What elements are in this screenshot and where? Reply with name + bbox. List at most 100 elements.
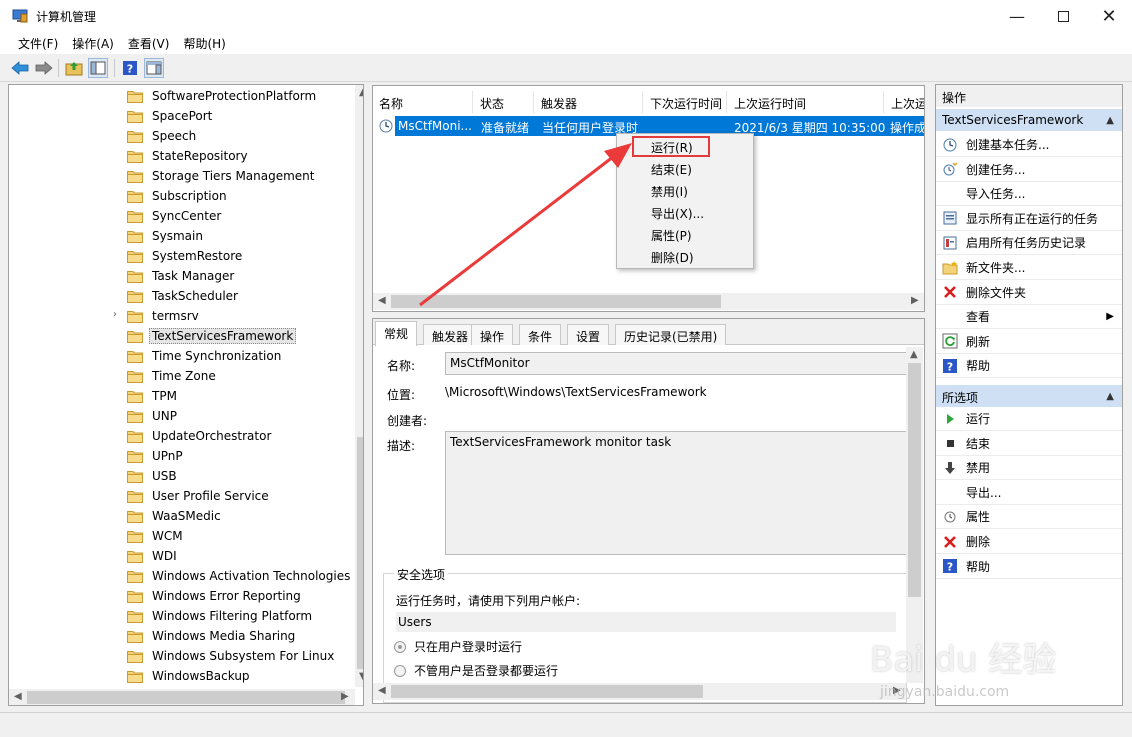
tree-item[interactable]: UNP xyxy=(127,406,180,426)
show-hide-action-pane-button[interactable] xyxy=(144,58,164,78)
scroll-down-icon[interactable]: ▼ xyxy=(359,671,363,682)
scroll-left-icon[interactable]: ◀ xyxy=(14,691,22,702)
name-field[interactable]: MsCtfMonitor xyxy=(445,352,907,375)
tab-settings[interactable]: 设置 xyxy=(567,324,610,345)
tree-horizontal-scrollbar[interactable]: ◀ ▶ xyxy=(9,689,355,705)
action-item[interactable]: ? 帮助 xyxy=(936,354,1122,379)
column-header-status[interactable]: 状态 xyxy=(474,91,534,113)
forward-button[interactable] xyxy=(34,58,54,78)
scroll-left-icon[interactable]: ◀ xyxy=(378,685,386,696)
action-item[interactable]: 删除文件夹 xyxy=(936,281,1122,305)
column-header-name[interactable]: 名称 xyxy=(373,91,473,113)
menu-help[interactable]: 帮助(H) xyxy=(177,32,233,54)
scroll-up-icon[interactable]: ▲ xyxy=(359,87,363,98)
tree-item[interactable]: UpdateOrchestrator xyxy=(127,426,274,446)
tab-conditions[interactable]: 条件 xyxy=(519,324,562,345)
tree-item[interactable]: WDI xyxy=(127,546,180,566)
tree-item[interactable]: Storage Tiers Management xyxy=(127,166,318,186)
tab-actions[interactable]: 操作 xyxy=(471,324,514,345)
tree-item[interactable]: Windows Error Reporting xyxy=(127,586,304,606)
action-item[interactable]: 创建任务... xyxy=(936,158,1122,182)
action-item[interactable]: 创建基本任务... xyxy=(936,133,1122,157)
context-menu-disable[interactable]: 禁用(I) xyxy=(651,183,688,200)
tree-item[interactable]: WindowsBackup xyxy=(127,666,253,686)
back-button[interactable] xyxy=(10,58,30,78)
tree-item[interactable]: SoftwareProtectionPlatform xyxy=(127,86,319,106)
scroll-right-icon[interactable]: ▶ xyxy=(911,295,919,306)
tree-item[interactable]: Windows Activation Technologies xyxy=(127,566,353,586)
tree-item[interactable]: TaskScheduler xyxy=(127,286,241,306)
action-item[interactable]: 禁用 xyxy=(936,456,1122,481)
column-header-next-run[interactable]: 下次运行时间 xyxy=(644,91,727,113)
action-item[interactable]: 导入任务... xyxy=(936,182,1122,207)
scroll-up-icon[interactable]: ▲ xyxy=(910,349,918,360)
action-item[interactable]: 删除 xyxy=(936,530,1122,554)
action-item[interactable]: 查看 ▶ xyxy=(936,305,1122,330)
tree-item[interactable]: termsrv xyxy=(127,306,202,326)
action-item[interactable]: 新文件夹... xyxy=(936,256,1122,280)
details-hscroll-thumb[interactable] xyxy=(391,685,703,698)
task-list-horizontal-scrollbar[interactable]: ◀ ▶ xyxy=(373,293,924,310)
radio-logged-on-only[interactable]: 只在用户登录时运行 xyxy=(394,638,522,655)
tree-item[interactable]: TextServicesFramework xyxy=(127,326,297,346)
task-list-hscroll-thumb[interactable] xyxy=(391,295,721,308)
tree-vertical-scrollbar[interactable]: ▲ ▼ xyxy=(355,85,363,687)
details-horizontal-scrollbar[interactable]: ◀ ▶ xyxy=(373,683,906,700)
tree-hscroll-thumb[interactable] xyxy=(27,691,345,704)
radio-whether-logged-on[interactable]: 不管用户是否登录都要运行 xyxy=(394,662,558,679)
action-item[interactable]: 显示所有正在运行的任务 xyxy=(936,207,1122,231)
tab-history[interactable]: 历史记录(已禁用) xyxy=(615,324,727,345)
action-item[interactable]: 启用所有任务历史记录 xyxy=(936,231,1122,256)
action-item[interactable]: ? 帮助 xyxy=(936,555,1122,579)
tree-item[interactable]: USB xyxy=(127,466,180,486)
tree-item[interactable]: Time Synchronization xyxy=(127,346,284,366)
tree-item[interactable]: Sysmain xyxy=(127,226,206,246)
menu-view[interactable]: 查看(V) xyxy=(122,32,178,54)
tree-item[interactable]: WCM xyxy=(127,526,186,546)
tree-item[interactable]: Windows Media Sharing xyxy=(127,626,298,646)
tree-scroll-thumb[interactable] xyxy=(357,437,363,669)
up-level-button[interactable] xyxy=(64,58,84,78)
tab-general[interactable]: 常规 xyxy=(375,321,418,346)
tree-item[interactable]: UPnP xyxy=(127,446,186,466)
context-menu-properties[interactable]: 属性(P) xyxy=(651,227,692,244)
details-scroll-thumb[interactable] xyxy=(908,363,921,597)
actions-section-selected[interactable]: 所选项 ▲ xyxy=(936,385,1122,407)
description-field[interactable]: TextServicesFramework monitor task xyxy=(445,431,907,555)
show-hide-tree-button[interactable] xyxy=(88,58,108,78)
tree-item[interactable]: Time Zone xyxy=(127,366,219,386)
tree-item[interactable]: TPM xyxy=(127,386,180,406)
column-header-last-result[interactable]: 上次运 xyxy=(885,91,924,113)
maximize-button[interactable] xyxy=(1040,0,1086,32)
tree-item[interactable]: SystemRestore xyxy=(127,246,245,266)
tree-item[interactable]: SyncCenter xyxy=(127,206,224,226)
actions-section-folder[interactable]: TextServicesFramework ▲ xyxy=(936,109,1122,131)
context-menu-export[interactable]: 导出(X)... xyxy=(651,205,704,222)
menu-action[interactable]: 操作(A) xyxy=(66,32,122,54)
close-button[interactable]: ✕ xyxy=(1086,0,1132,32)
user-account-field[interactable]: Users xyxy=(396,612,896,632)
minimize-button[interactable]: — xyxy=(994,0,1040,32)
action-item[interactable]: 导出... xyxy=(936,481,1122,505)
scroll-left-icon[interactable]: ◀ xyxy=(378,295,386,306)
menu-file[interactable]: 文件(F) xyxy=(12,32,66,54)
action-item[interactable]: 结束 xyxy=(936,432,1122,456)
action-item[interactable]: 运行 xyxy=(936,407,1122,431)
scroll-right-icon[interactable]: ▶ xyxy=(341,691,349,702)
action-item[interactable]: 刷新 xyxy=(936,330,1122,354)
tree-item[interactable]: Speech xyxy=(127,126,199,146)
tab-triggers[interactable]: 触发器 xyxy=(423,324,478,345)
tree-item[interactable]: Task Manager xyxy=(127,266,237,286)
column-header-last-run[interactable]: 上次运行时间 xyxy=(728,91,884,113)
tree-item[interactable]: Windows Filtering Platform xyxy=(127,606,315,626)
tree-item[interactable]: SpacePort xyxy=(127,106,215,126)
tree-item[interactable]: User Profile Service xyxy=(127,486,272,506)
tree-item[interactable]: Windows Subsystem For Linux xyxy=(127,646,337,666)
action-item[interactable]: 属性 xyxy=(936,505,1122,530)
tree-item[interactable]: WaaSMedic xyxy=(127,506,224,526)
expand-arrow-icon[interactable]: › xyxy=(113,309,117,320)
tree-item[interactable]: Subscription xyxy=(127,186,230,206)
context-menu-end[interactable]: 结束(E) xyxy=(651,161,692,178)
help-button[interactable]: ? xyxy=(120,58,140,78)
column-header-trigger[interactable]: 触发器 xyxy=(535,91,643,113)
